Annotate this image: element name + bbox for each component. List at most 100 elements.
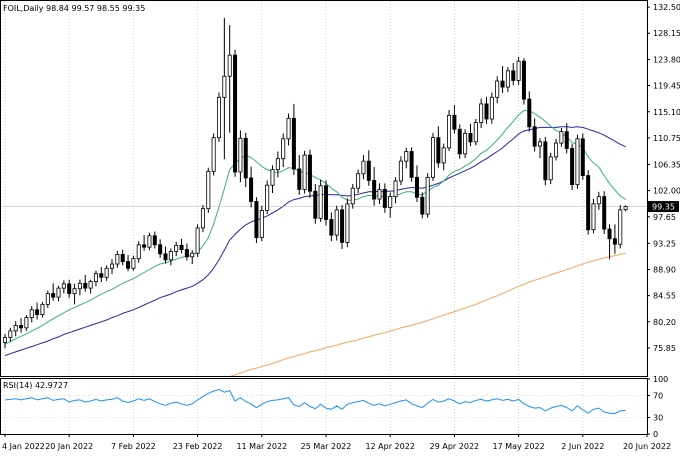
x-tick-label: 29 Apr 2022 xyxy=(430,442,479,451)
candle-body-down xyxy=(532,126,537,147)
candle xyxy=(307,149,312,198)
candle xyxy=(345,198,350,248)
y-tick-label: 102.00 xyxy=(653,187,680,196)
candle xyxy=(489,92,494,124)
candle-body-down xyxy=(19,325,24,329)
candle-body-down xyxy=(457,128,462,155)
candle xyxy=(206,167,211,213)
candle-body-down xyxy=(580,138,585,176)
y-tick-label: 115.10 xyxy=(653,108,680,117)
y-tick-label: 110.75 xyxy=(653,134,680,143)
x-tick-label: 7 Feb 2022 xyxy=(111,442,156,451)
candle xyxy=(216,92,221,142)
candle-body-down xyxy=(511,70,516,81)
candle-body-up xyxy=(505,70,510,88)
candle-body-up xyxy=(24,317,29,329)
candle-body-down xyxy=(67,283,72,294)
candle-body-up xyxy=(623,206,628,211)
rsi-tick-label: 100 xyxy=(653,375,668,384)
candle-body-down xyxy=(543,141,548,181)
candle-body-up xyxy=(318,185,323,219)
x-tick-label: 4 Jan 2022 xyxy=(2,442,45,451)
candle-body-up xyxy=(222,75,227,98)
y-tick-label: 128.15 xyxy=(653,29,680,38)
candle xyxy=(233,49,238,177)
candle-body-down xyxy=(570,148,575,185)
candle-body-up xyxy=(356,173,361,189)
candle-body-down xyxy=(564,131,569,149)
candle-body-down xyxy=(468,133,473,143)
candle xyxy=(340,205,345,249)
candle-body-up xyxy=(45,293,50,305)
candle-body-up xyxy=(281,138,286,160)
candle xyxy=(543,137,548,186)
candle-body-down xyxy=(51,293,56,298)
candle xyxy=(473,118,478,146)
candle-body-up xyxy=(40,303,45,316)
candle-body-up xyxy=(361,160,366,175)
candle-body-up xyxy=(13,325,18,332)
candle-body-up xyxy=(206,170,211,210)
candle-body-down xyxy=(420,196,425,215)
candle-body-down xyxy=(500,80,505,88)
price-header: FOIL,Daily 98.84 99.57 98.55 99.35 xyxy=(3,4,145,13)
candle-body-up xyxy=(115,254,120,265)
rsi-header: RSI(14) 42.9727 xyxy=(3,381,68,390)
candle-body-up xyxy=(398,160,403,182)
candle-body-up xyxy=(489,96,494,120)
candle xyxy=(602,191,607,234)
candle xyxy=(265,180,270,215)
x-tick-label: 11 Mar 2022 xyxy=(236,442,287,451)
candle xyxy=(570,143,575,191)
candle-body-up xyxy=(259,210,264,238)
candle-body-down xyxy=(233,54,238,173)
candle xyxy=(409,147,414,182)
candle-body-up xyxy=(334,209,339,236)
candle xyxy=(575,134,580,189)
candle xyxy=(200,205,205,233)
candle-body-down xyxy=(607,228,612,240)
candle-body-up xyxy=(538,141,543,147)
candle-body-up xyxy=(77,282,82,290)
candle-body-up xyxy=(473,122,478,143)
candle-body-down xyxy=(484,103,489,120)
candle-body-up xyxy=(345,203,350,243)
candle-body-up xyxy=(430,137,435,178)
candle-body-up xyxy=(270,169,275,186)
candle-body-up xyxy=(136,244,141,260)
candle-body-up xyxy=(72,288,77,294)
candle xyxy=(548,152,553,184)
candle-body-up xyxy=(216,96,221,139)
candle-body-up xyxy=(56,287,61,298)
rsi-tick-label: 0 xyxy=(653,430,658,439)
candle-body-down xyxy=(35,309,40,316)
rsi-tick-label: 70 xyxy=(653,392,663,401)
candle-body-up xyxy=(591,203,596,231)
candle xyxy=(580,133,585,180)
candle-body-up xyxy=(61,283,66,289)
x-tick-label: 17 May 2022 xyxy=(493,442,545,451)
candle xyxy=(195,224,200,257)
candle-body-up xyxy=(286,117,291,140)
candle-body-down xyxy=(179,244,184,250)
candle-body-up xyxy=(195,227,200,254)
candle-body-up xyxy=(618,209,623,245)
candle-body-up xyxy=(93,273,98,282)
y-tick-label: 132.50 xyxy=(653,3,680,12)
candle-body-down xyxy=(366,160,371,181)
candle-body-up xyxy=(302,154,307,190)
candle-body-up xyxy=(147,235,152,248)
candle-body-up xyxy=(393,180,398,198)
candle-body-up xyxy=(447,114,452,149)
candle-body-down xyxy=(372,179,377,200)
candle-body-down xyxy=(243,137,248,179)
candle-body-down xyxy=(313,190,318,219)
candle-body-down xyxy=(291,117,296,170)
candle-body-down xyxy=(83,282,88,289)
candle-body-up xyxy=(88,281,93,289)
candle xyxy=(457,124,462,159)
candle xyxy=(259,205,264,242)
x-tick-label: 25 Mar 2022 xyxy=(301,442,352,451)
y-tick-label: 119.45 xyxy=(653,82,680,91)
candle-body-down xyxy=(163,253,168,261)
